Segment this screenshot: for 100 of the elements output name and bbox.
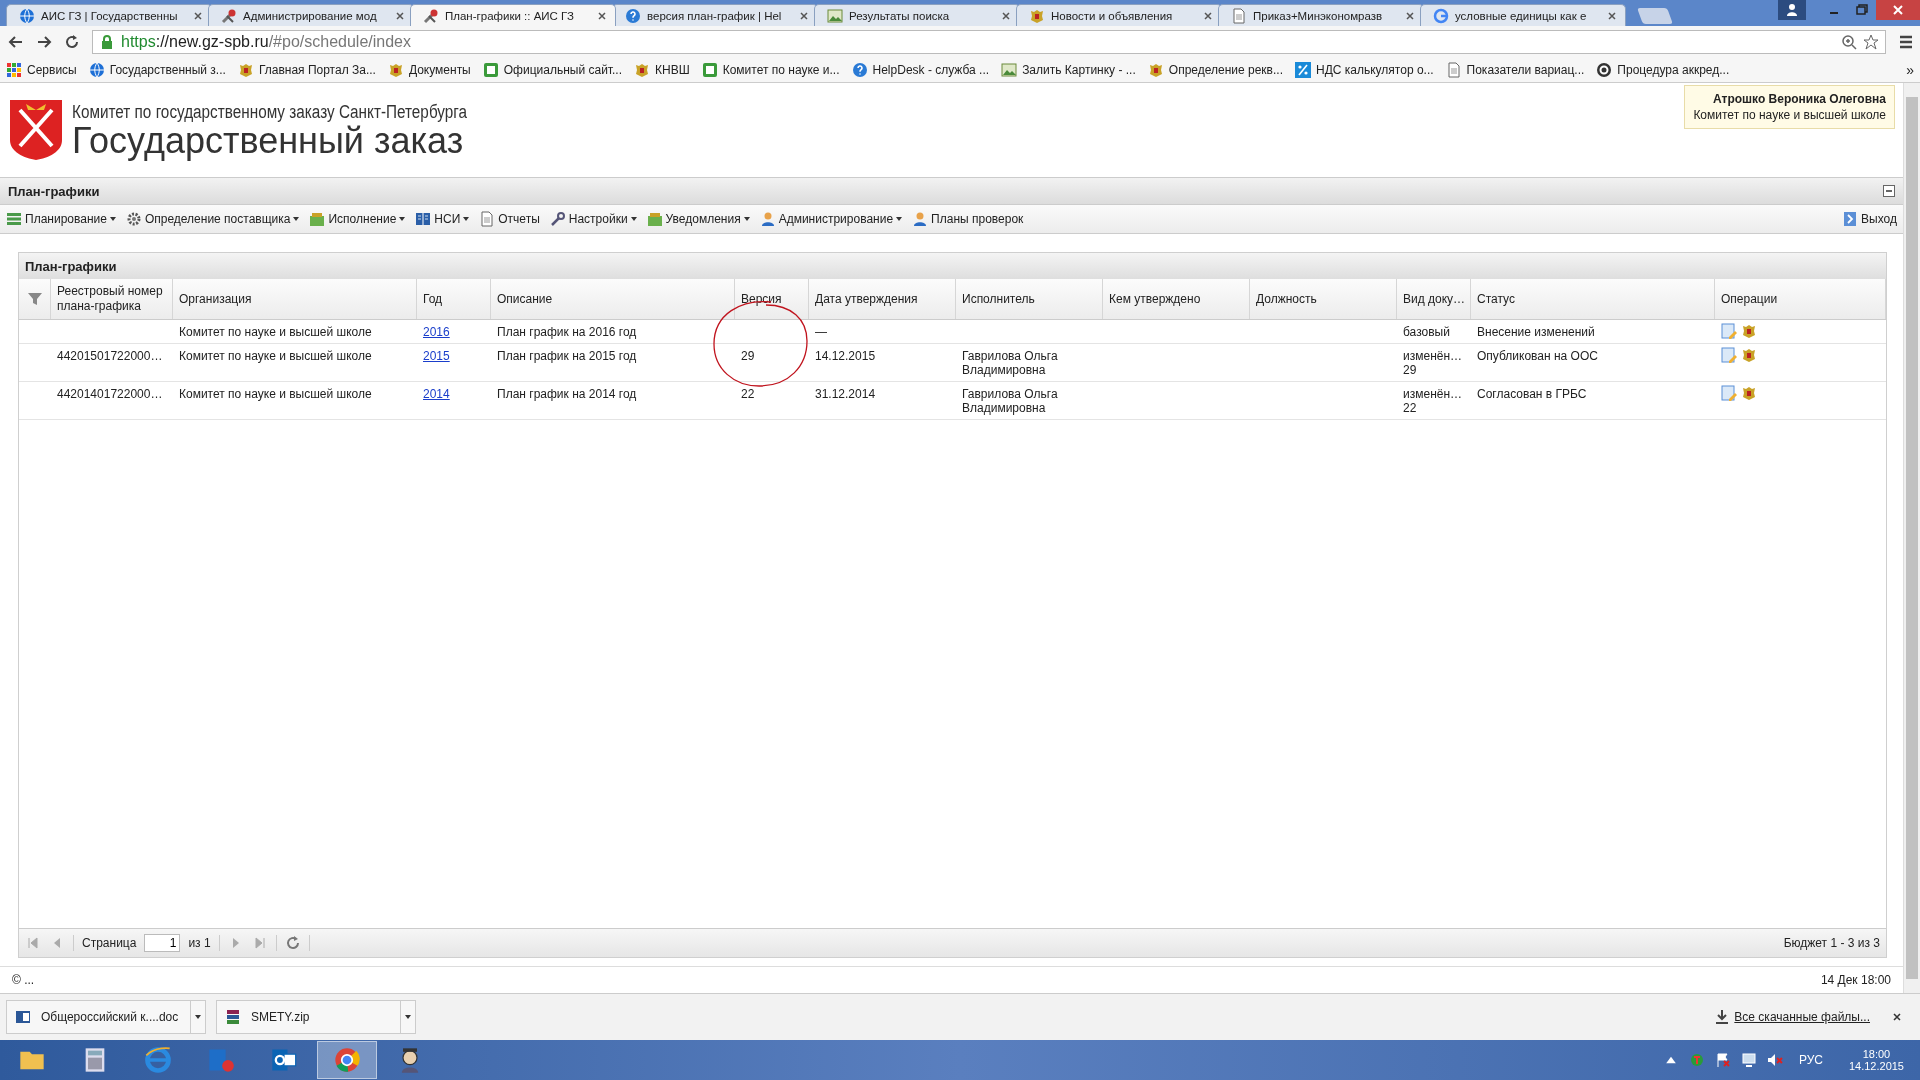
emblem-icon [1147,62,1164,78]
column-header[interactable]: Вид доку… [1397,279,1471,319]
bookmark[interactable]: HelpDesk - служба ... [851,62,990,78]
column-header[interactable]: Кем утверждено [1103,279,1250,319]
language-indicator[interactable]: РУС [1798,1053,1823,1067]
emblem-icon[interactable] [1741,347,1757,363]
menu-item[interactable]: Уведомления [646,211,750,227]
column-header[interactable]: Статус [1471,279,1715,319]
year-link[interactable]: 2016 [423,325,450,339]
close-icon[interactable] [799,10,809,21]
close-icon[interactable] [1892,1012,1902,1022]
forward-icon[interactable] [36,34,52,50]
download-item[interactable]: Общероссийский к....doc [6,1000,206,1034]
column-header[interactable]: Описание [491,279,735,319]
close-icon[interactable] [395,10,405,21]
bookmark[interactable]: Сервисы [6,62,77,78]
table-cell: Согласован в ГРБС [1477,387,1587,401]
table-cell: План график на 2015 год [497,349,637,363]
bookmark[interactable]: Залить Картинку - ... [1001,62,1136,78]
bookmark[interactable]: Официальный сайт... [482,62,622,78]
bookmark[interactable]: Комитет по науке и... [701,62,840,78]
network-icon[interactable] [1740,1052,1757,1068]
column-header[interactable]: Дата утверждения [809,279,956,319]
close-icon[interactable] [1203,10,1213,21]
scrollbar[interactable] [1903,83,1920,993]
help-icon [851,62,868,78]
filter-icon[interactable] [26,291,43,307]
column-header[interactable]: Должность [1250,279,1397,319]
box-icon [646,211,663,227]
menu-item[interactable]: Отчеты [479,211,540,227]
download-item[interactable]: SMETY.zip [216,1000,416,1034]
menu-item[interactable]: Администрирование [759,211,903,227]
close-button[interactable] [1876,0,1920,20]
column-header[interactable]: Организация [173,279,417,319]
bookmark[interactable]: Процедура аккред... [1596,62,1730,78]
column-header[interactable]: Год [417,279,491,319]
reload-icon[interactable] [64,34,80,50]
page-count: из 1 [188,936,211,950]
menu-item[interactable]: Настройки [549,211,637,227]
emblem-icon [387,62,404,78]
restore-icon [1854,2,1870,18]
year-link[interactable]: 2015 [423,349,450,363]
column-header[interactable]: Реестровый номер плана-графика [51,279,173,319]
bookmark[interactable]: Документы [387,62,471,78]
table-cell: Комитет по науке и высшей школе [179,349,372,363]
user-button[interactable] [1778,0,1806,20]
person-icon [759,211,776,227]
tab-title: версия план-график | Hel [647,9,783,22]
star-icon[interactable] [1863,34,1879,50]
menu-item[interactable]: Определение поставщика [125,211,300,227]
clock[interactable]: 18:00 14.12.2015 [1848,1048,1904,1072]
menu-item[interactable]: Планы проверок [912,211,1024,227]
page-number-field[interactable]: 1 [144,934,181,952]
emblem-icon[interactable] [1741,323,1757,339]
menu-icon[interactable] [1898,34,1914,50]
document-icon [479,211,496,227]
column-header[interactable]: Исполнитель [956,279,1103,319]
caret-icon [405,1015,411,1019]
bookmark[interactable]: Показатели вариац... [1445,62,1585,78]
tab-title: Новости и объявления [1051,9,1174,22]
all-downloads-link[interactable]: Все скачанные файлы... [1714,1009,1870,1025]
zoom-icon[interactable] [1841,34,1857,50]
bookmark[interactable]: КНВШ [634,62,690,78]
help-icon [625,7,641,24]
bookmark[interactable]: Государственный з... [88,62,226,78]
browser-tab[interactable]: План-графики :: АИС ГЗ [410,4,616,26]
close-icon[interactable] [1607,10,1617,21]
menu-item[interactable]: Планирование [6,211,116,227]
bookmark[interactable]: Определение рекв... [1147,62,1283,78]
menu-item[interactable]: НСИ [415,211,470,227]
back-icon[interactable] [8,34,24,50]
column-header[interactable]: Версия [735,279,809,319]
tab-title: Приказ+Минэкономразв [1253,9,1384,22]
close-icon[interactable] [193,10,203,21]
g-letter-icon [1433,7,1449,24]
word-document-icon [15,1009,31,1025]
flag-icon[interactable] [1714,1052,1731,1068]
apps-grid-icon [6,62,22,78]
logout-button[interactable]: Выход [1842,211,1897,227]
square-icon [701,62,718,78]
browser-tab[interactable]: условные единицы как е [1420,4,1626,26]
close-icon[interactable] [1001,10,1011,21]
document-icon [1445,62,1462,78]
table-cell: Комитет по науке и высшей школе [179,387,372,401]
emblem-icon[interactable] [1741,385,1757,401]
year-link[interactable]: 2014 [423,387,450,401]
collapse-icon[interactable] [1883,185,1895,197]
bookmark[interactable]: Главная Портал За... [237,62,376,78]
more-bookmarks-button[interactable]: » [1906,62,1914,78]
close-icon[interactable] [1405,10,1415,21]
menu-item[interactable]: Исполнение [309,211,406,227]
bookmark[interactable]: НДС калькулятор о... [1295,62,1434,78]
list-icon [6,211,22,227]
refresh-icon[interactable] [284,935,301,951]
table-cell: Комитет по науке и высшей школе [179,325,372,339]
column-header[interactable]: Операции [1715,279,1886,319]
address-field[interactable]: https://new.gz-spb.ru/#po/schedule/index [92,30,1886,54]
speaker-muted-icon[interactable] [1766,1052,1783,1068]
table-cell: План график на 2016 год [497,325,637,339]
close-icon[interactable] [597,10,607,21]
